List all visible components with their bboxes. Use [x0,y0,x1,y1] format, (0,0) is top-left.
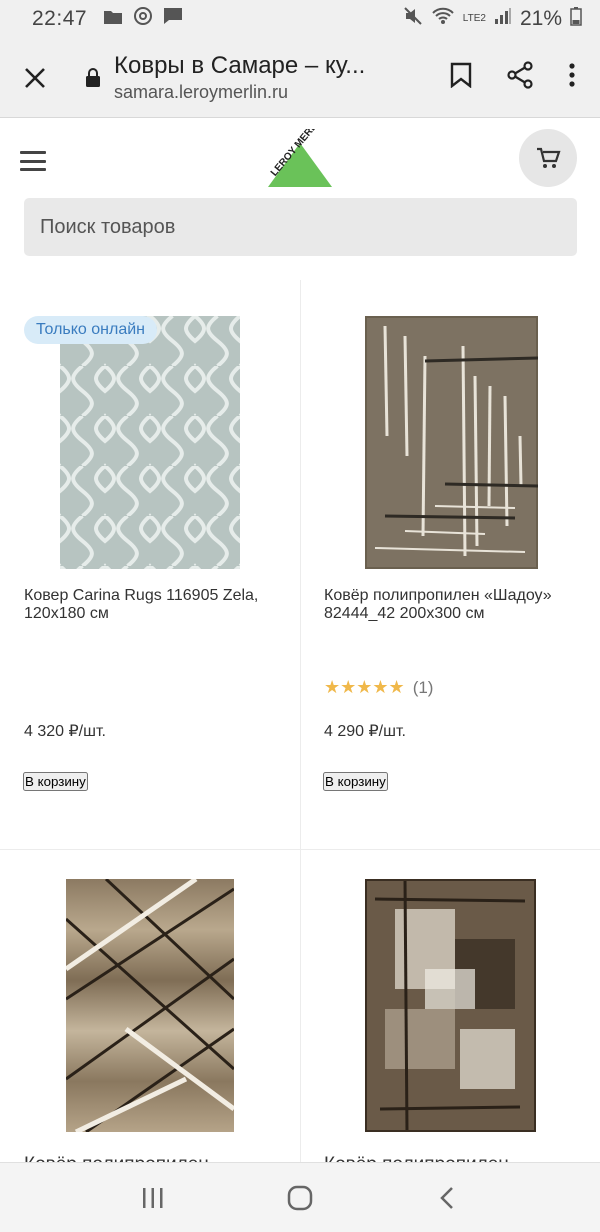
product-rating[interactable]: ★★★★★ (1) [324,677,433,698]
page-title: Ковры в Самаре – ку... [114,52,366,79]
status-time: 22:47 [32,7,88,30]
message-icon [163,7,183,31]
home-button[interactable] [270,1173,330,1223]
search-placeholder: Поиск товаров [40,215,176,238]
price-unit: ₽/шт. [68,723,106,740]
folder-icon [103,7,123,31]
signal-icon [494,7,512,31]
battery-icon [570,6,582,32]
product-image[interactable] [363,877,538,1134]
recent-apps-button[interactable] [123,1173,183,1223]
leroy-merlin-logo[interactable]: LEROY MERLIN [262,114,338,191]
close-icon [25,67,45,88]
status-bar: 22:47 LTE2 21% [0,0,600,38]
lte-label: LTE2 [462,13,486,24]
at-icon [133,6,153,32]
price-value: 4 290 [324,723,365,740]
recent-apps-icon [143,1187,163,1208]
close-tab-button[interactable] [0,67,70,89]
product-image[interactable] [363,314,540,571]
rating-count: (1) [412,677,434,697]
product-name[interactable]: Ковер Carina Rugs 116905 Zela, 120x180 с… [24,587,284,623]
system-nav-bar [0,1162,600,1232]
product-price: 4 320 ₽/шт. [24,721,106,741]
price-unit: ₽/шт. [368,723,406,740]
address-bar[interactable]: Ковры в Самаре – ку... samara.leroymerli… [108,52,450,103]
page-url: samara.leroymerlin.ru [114,82,289,102]
back-icon [439,1186,453,1209]
add-to-cart-button[interactable]: В корзину [323,772,388,791]
product-price: 4 290 ₽/шт. [324,721,406,741]
add-to-cart-button[interactable]: В корзину [23,772,88,791]
cart-icon [537,147,561,168]
grid-divider [300,280,301,1170]
bookmark-icon [450,62,472,89]
mute-icon [403,6,423,32]
back-button[interactable] [417,1173,477,1223]
more-menu-button[interactable] [568,62,576,93]
more-vert-icon [569,63,575,87]
product-image[interactable] [60,316,240,569]
product-image[interactable] [64,876,236,1135]
hamburger-icon [20,151,46,154]
share-button[interactable] [506,61,534,94]
grid-divider [0,849,600,850]
cart-button[interactable] [519,129,577,187]
bookmark-button[interactable] [450,62,472,93]
menu-button[interactable] [20,151,46,171]
lock-icon[interactable] [78,67,108,88]
rating-stars: ★★★★★ [324,677,405,697]
wifi-icon [431,7,455,31]
browser-toolbar: Ковры в Самаре – ку... samara.leroymerli… [0,38,600,118]
battery-percent: 21% [519,7,562,30]
share-icon [507,61,533,89]
site-header: LEROY MERLIN [0,114,600,199]
home-icon [287,1185,313,1210]
price-value: 4 320 [24,723,65,740]
product-name[interactable]: Ковёр полипропилен «Шадоу» 82444_42 200x… [324,587,564,623]
search-input[interactable]: Поиск товаров [24,198,577,256]
online-only-badge: Только онлайн [24,316,158,344]
